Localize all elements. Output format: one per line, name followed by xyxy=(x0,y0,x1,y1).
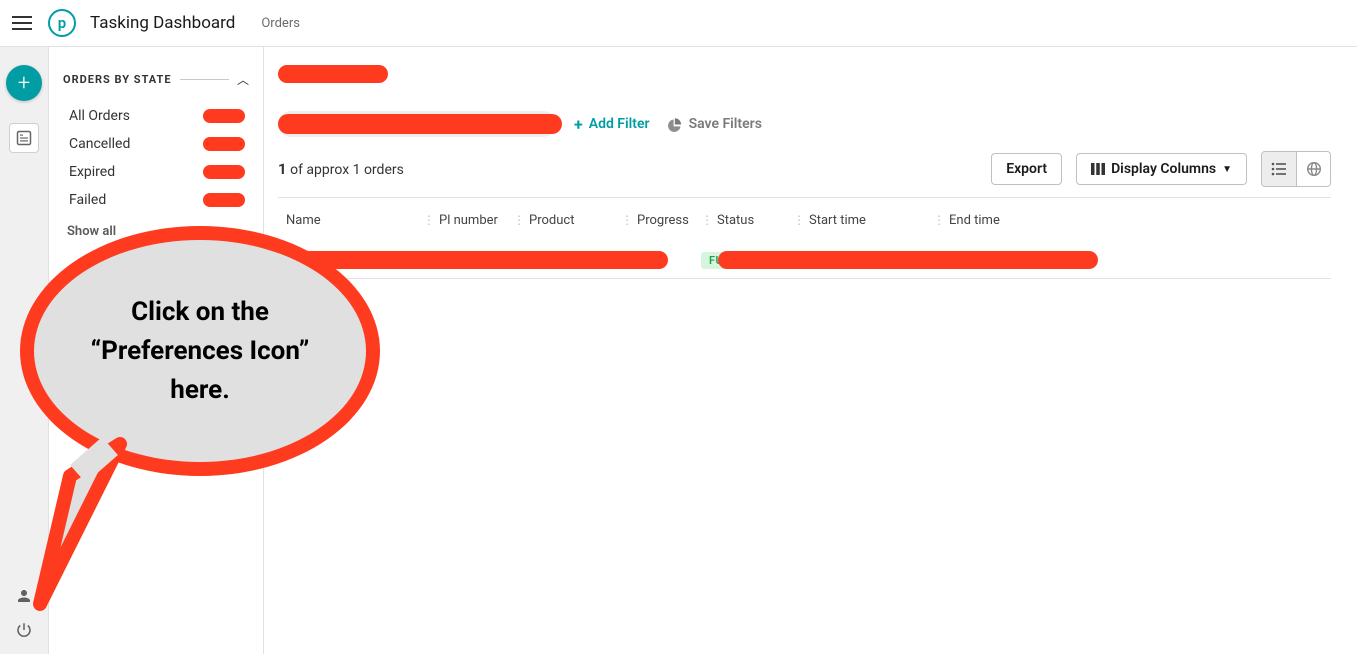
redaction xyxy=(278,114,562,134)
sidebar-item-expired[interactable]: Expired xyxy=(63,158,249,186)
menu-icon[interactable] xyxy=(10,11,34,35)
add-filter-label: Add Filter xyxy=(589,116,650,132)
callout-tail xyxy=(10,416,160,616)
orders-table: Name ⋮Pl number ⋮Product ⋮Progress ⋮Stat… xyxy=(278,197,1331,279)
sidebar-item-failed[interactable]: Failed xyxy=(63,186,249,214)
collapse-icon[interactable]: ︿ xyxy=(237,71,249,88)
breadcrumb[interactable]: Orders xyxy=(261,16,300,31)
th-end-time[interactable]: ⋮End time xyxy=(933,213,1331,228)
filter-bar: + Add Filter Save Filters xyxy=(278,111,1331,137)
redaction xyxy=(278,65,388,83)
list-icon xyxy=(1271,161,1287,177)
save-filters-label: Save Filters xyxy=(689,116,762,132)
export-button[interactable]: Export xyxy=(991,153,1062,185)
main-content: + Add Filter Save Filters 1 of approx 1 … xyxy=(264,47,1357,654)
columns-icon xyxy=(1091,162,1105,176)
sidebar-item-label: All Orders xyxy=(69,108,130,124)
globe-icon xyxy=(1306,161,1322,177)
tutorial-callout: Click on the “Preferences Icon” here. xyxy=(20,226,380,476)
sidebar-item-all-orders[interactable]: All Orders xyxy=(63,102,249,130)
app-header: p Tasking Dashboard Orders xyxy=(0,0,1357,47)
redaction xyxy=(203,193,245,207)
list-view-button[interactable] xyxy=(1262,152,1296,186)
th-pl-number[interactable]: ⋮Pl number xyxy=(423,213,513,228)
view-toggle xyxy=(1261,151,1331,187)
display-columns-button[interactable]: Display Columns ▼ xyxy=(1076,153,1247,185)
sidebar-item-label: Failed xyxy=(69,192,106,208)
power-icon[interactable] xyxy=(14,620,34,640)
redaction xyxy=(203,109,245,123)
sidebar-item-label: Cancelled xyxy=(69,136,130,152)
rail-sheet-icon[interactable] xyxy=(9,123,39,153)
th-product[interactable]: ⋮Product xyxy=(513,213,621,228)
save-filters-button[interactable]: Save Filters xyxy=(668,116,762,132)
th-progress[interactable]: ⋮Progress xyxy=(621,213,701,228)
pie-icon xyxy=(668,117,683,132)
add-filter-button[interactable]: + Add Filter xyxy=(574,115,650,134)
redaction xyxy=(203,137,245,151)
table-header: Name ⋮Pl number ⋮Product ⋮Progress ⋮Stat… xyxy=(278,198,1331,242)
sidebar-item-cancelled[interactable]: Cancelled xyxy=(63,130,249,158)
callout-text: Click on the “Preferences Icon” here. xyxy=(68,293,332,410)
table-row[interactable]: PL- Flexible Tasking 100% FULFILLED 2020… xyxy=(278,242,1331,278)
sidebar-item-label: Expired xyxy=(69,164,115,180)
create-button[interactable]: + xyxy=(6,65,42,101)
app-title: Tasking Dashboard xyxy=(90,13,235,33)
result-count: 1 of approx 1 orders xyxy=(278,160,404,178)
caret-down-icon: ▼ xyxy=(1222,164,1232,175)
globe-view-button[interactable] xyxy=(1296,152,1330,186)
redaction xyxy=(718,251,1098,269)
redaction xyxy=(203,165,245,179)
table-toolbar: Export Display Columns ▼ xyxy=(991,151,1331,187)
th-status[interactable]: ⋮Status xyxy=(701,213,793,228)
filter-chip[interactable] xyxy=(278,111,556,137)
plus-icon: + xyxy=(574,115,583,134)
sidebar-section-header[interactable]: ORDERS BY STATE ︿ xyxy=(63,71,249,88)
sidebar-section-title: ORDERS BY STATE xyxy=(63,73,172,86)
th-start-time[interactable]: ⋮Start time xyxy=(793,213,933,228)
brand-logo[interactable]: p xyxy=(48,9,76,37)
